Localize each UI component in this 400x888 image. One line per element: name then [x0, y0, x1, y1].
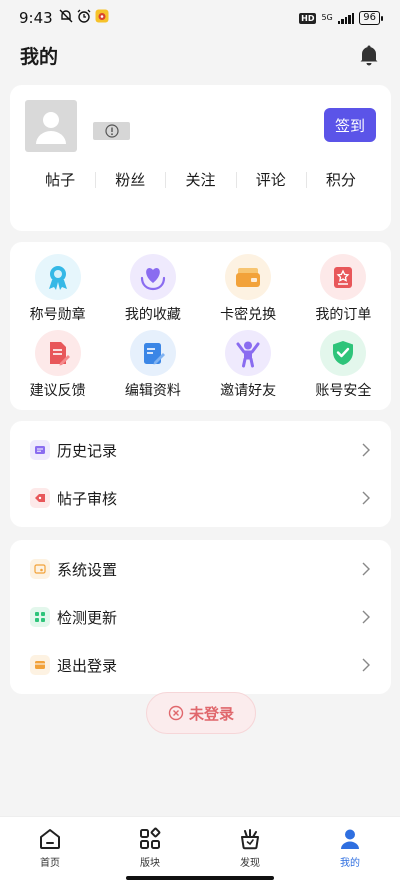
- invite-person-icon: [225, 330, 272, 376]
- mute-bell-icon: [59, 9, 73, 27]
- grid-label: 卡密兑换: [220, 307, 277, 323]
- feature-grid: 称号勋章 我的收藏 卡密兑换 我的订单 建议反馈 编辑资料 邀请好友 账号安全: [10, 254, 391, 400]
- chevron-right-icon: [362, 562, 370, 576]
- edit-doc-icon: [129, 330, 176, 376]
- profile-icon: [341, 829, 359, 849]
- grid-label: 我的收藏: [124, 307, 181, 323]
- list-item-history[interactable]: 历史记录: [10, 426, 391, 474]
- network-label: 5G: [321, 13, 333, 22]
- login-status-pill[interactable]: 未登录: [146, 692, 256, 734]
- signal-icon: [337, 12, 355, 24]
- signin-button[interactable]: 签到: [324, 108, 376, 142]
- grid-item-orders[interactable]: 我的订单: [296, 254, 391, 324]
- stat-posts[interactable]: 帖子: [25, 166, 95, 194]
- avatar[interactable]: [25, 100, 77, 152]
- heart-hands-icon: [129, 254, 176, 300]
- app-notify-icon: [95, 9, 109, 27]
- default-avatar-icon: [36, 112, 66, 144]
- notification-bell-icon[interactable]: [358, 44, 380, 66]
- list-item-logout[interactable]: 退出登录: [10, 641, 391, 689]
- chevron-right-icon: [362, 443, 370, 457]
- stat-points[interactable]: 积分: [305, 166, 376, 194]
- history-icon: [30, 440, 50, 460]
- list-item-label: 历史记录: [57, 441, 118, 460]
- list-item-label: 检测更新: [57, 608, 118, 627]
- hd-badge: HD: [299, 12, 317, 24]
- close-circle-icon: [168, 705, 184, 721]
- grid-item-edit-profile[interactable]: 编辑资料: [105, 330, 200, 400]
- grid-label: 邀请好友: [220, 383, 277, 399]
- login-status-text: 未登录: [188, 704, 234, 723]
- list-item-label: 帖子审核: [57, 489, 118, 508]
- status-bar: 9:43 HD 5G 96: [0, 0, 400, 36]
- history-review-list: 历史记录 帖子审核: [10, 421, 391, 527]
- grid-label: 我的订单: [315, 307, 372, 323]
- list-item-label: 退出登录: [57, 656, 118, 675]
- shield-check-icon: [320, 330, 367, 376]
- status-indicators: HD 5G 96: [299, 11, 383, 25]
- stats-row: 帖子 粉丝 关注 评论 积分: [25, 166, 376, 194]
- page-title: 我的: [20, 45, 59, 68]
- list-item-label: 系统设置: [57, 560, 118, 579]
- update-grid-icon: [30, 607, 50, 627]
- order-icon: [320, 254, 367, 300]
- username-placeholder: [93, 122, 130, 140]
- medal-icon: [34, 254, 81, 300]
- grid-item-medals[interactable]: 称号勋章: [10, 254, 105, 324]
- category-icon: [140, 827, 161, 849]
- list-item-system-settings[interactable]: 系统设置: [10, 545, 391, 593]
- grid-item-favorites[interactable]: 我的收藏: [105, 254, 200, 324]
- status-time: 9:43: [19, 9, 53, 27]
- info-alert-icon: [104, 124, 119, 138]
- list-item-post-review[interactable]: 帖子审核: [10, 474, 391, 522]
- chevron-right-icon: [362, 658, 370, 672]
- home-indicator[interactable]: [126, 876, 274, 880]
- grid-item-invite[interactable]: 邀请好友: [201, 330, 296, 400]
- alarm-icon: [77, 9, 91, 27]
- discover-icon: [241, 829, 259, 850]
- list-item-check-update[interactable]: 检测更新: [10, 593, 391, 641]
- nav-label: 版块: [140, 858, 160, 869]
- grid-label: 称号勋章: [29, 307, 86, 323]
- grid-label: 建议反馈: [29, 383, 86, 399]
- grid-item-account-security[interactable]: 账号安全: [296, 330, 391, 400]
- review-tag-icon: [30, 488, 50, 508]
- nav-label: 我的: [340, 858, 360, 869]
- profile-card: 签到 帖子 粉丝 关注 评论 积分: [10, 85, 391, 231]
- battery-indicator: 96: [359, 11, 383, 25]
- feedback-doc-icon: [34, 330, 81, 376]
- nav-label: 发现: [240, 858, 260, 869]
- stat-following[interactable]: 关注: [165, 166, 235, 194]
- grid-label: 编辑资料: [124, 383, 181, 399]
- app-header: 我的: [0, 36, 400, 74]
- chevron-right-icon: [362, 491, 370, 505]
- settings-list: 系统设置 检测更新 退出登录: [10, 540, 391, 694]
- grid-label: 账号安全: [315, 383, 372, 399]
- feature-grid-card: 称号勋章 我的收藏 卡密兑换 我的订单 建议反馈 编辑资料 邀请好友 账号安全: [10, 242, 391, 410]
- chevron-right-icon: [362, 610, 370, 624]
- nav-label: 首页: [40, 858, 60, 869]
- nav-home[interactable]: 首页: [0, 817, 100, 888]
- grid-item-card-redeem[interactable]: 卡密兑换: [201, 254, 296, 324]
- home-icon: [40, 829, 60, 849]
- logout-icon: [30, 655, 50, 675]
- settings-icon: [30, 559, 50, 579]
- card-wallet-icon: [225, 254, 272, 300]
- grid-item-feedback[interactable]: 建议反馈: [10, 330, 105, 400]
- stat-fans[interactable]: 粉丝: [95, 166, 165, 194]
- nav-mine[interactable]: 我的: [300, 817, 400, 888]
- stat-comments[interactable]: 评论: [235, 166, 306, 194]
